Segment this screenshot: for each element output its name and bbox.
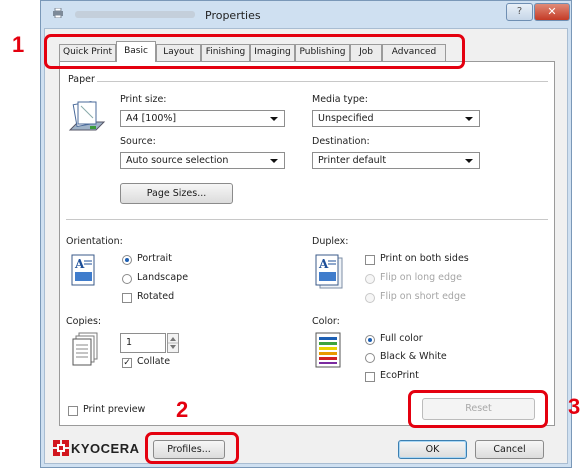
- chevron-down-icon: [465, 117, 473, 121]
- flip-long-edge-radio[interactable]: [365, 274, 375, 284]
- print-both-sides-checkbox[interactable]: [365, 255, 375, 265]
- spin-down-icon: [170, 345, 176, 349]
- print-size-value: A4 [100%]: [126, 113, 177, 124]
- copies-input[interactable]: 1: [120, 333, 166, 353]
- window-title: Properties: [205, 9, 261, 22]
- printer-icon: [52, 7, 64, 19]
- print-preview-label[interactable]: Print preview: [83, 404, 145, 415]
- paper-group-separator: [66, 219, 548, 220]
- destination-value: Printer default: [318, 155, 387, 166]
- callout-profiles-box: [145, 432, 239, 464]
- chevron-down-icon: [465, 159, 473, 163]
- flip-long-edge-label[interactable]: Flip on long edge: [380, 272, 462, 283]
- cancel-button[interactable]: Cancel: [475, 440, 544, 459]
- destination-label: Destination:: [312, 136, 370, 147]
- duplex-label: Duplex:: [312, 236, 349, 247]
- media-type-dropdown[interactable]: Unspecified: [312, 110, 480, 127]
- chevron-down-icon: [270, 159, 278, 163]
- close-button[interactable]: ✕: [534, 3, 570, 21]
- copies-stack-icon: [70, 332, 100, 372]
- destination-dropdown[interactable]: Printer default: [312, 152, 480, 169]
- collate-checkbox[interactable]: ✓: [122, 358, 132, 368]
- orientation-label: Orientation:: [66, 236, 123, 247]
- callout-number-2: 2: [176, 397, 189, 422]
- copies-label: Copies:: [66, 316, 102, 327]
- black-white-radio[interactable]: [365, 353, 375, 363]
- source-label: Source:: [120, 136, 156, 147]
- flip-short-edge-radio[interactable]: [365, 293, 375, 303]
- portrait-page-icon: A: [70, 254, 98, 288]
- paper-group-line: [66, 81, 548, 82]
- callout-number-1: 1: [12, 32, 25, 57]
- svg-text:A: A: [318, 257, 329, 271]
- source-value: Auto source selection: [126, 155, 229, 166]
- svg-text:A: A: [74, 257, 85, 271]
- landscape-radio[interactable]: [122, 274, 132, 284]
- ecoprint-checkbox[interactable]: [365, 372, 375, 382]
- duplex-page-icon: A: [314, 254, 346, 290]
- media-type-value: Unspecified: [318, 113, 374, 124]
- paper-group-label: Paper: [66, 74, 97, 85]
- flip-short-edge-label[interactable]: Flip on short edge: [380, 291, 466, 302]
- portrait-label[interactable]: Portrait: [137, 253, 172, 264]
- print-preview-checkbox[interactable]: [68, 406, 78, 416]
- ecoprint-label[interactable]: EcoPrint: [380, 370, 419, 381]
- spin-up-icon: [170, 337, 176, 341]
- tab-basic[interactable]: Basic: [116, 41, 156, 62]
- rotated-label[interactable]: Rotated: [137, 291, 174, 302]
- landscape-label[interactable]: Landscape: [137, 272, 188, 283]
- collate-label[interactable]: Collate: [137, 356, 170, 367]
- print-both-sides-label[interactable]: Print on both sides: [380, 253, 469, 264]
- black-white-label[interactable]: Black & White: [380, 351, 447, 362]
- callout-number-3: 3: [568, 394, 581, 419]
- copies-spinner[interactable]: [167, 333, 179, 353]
- portrait-radio[interactable]: [122, 255, 132, 265]
- help-button[interactable]: ?: [506, 3, 533, 21]
- callout-reset-box: [408, 390, 548, 428]
- print-size-label: Print size:: [120, 94, 167, 105]
- full-color-radio[interactable]: [365, 335, 375, 345]
- page-sizes-button[interactable]: Page Sizes...: [120, 183, 233, 204]
- full-color-label[interactable]: Full color: [380, 333, 423, 344]
- print-size-dropdown[interactable]: A4 [100%]: [120, 110, 285, 127]
- media-type-label: Media type:: [312, 94, 368, 105]
- rotated-checkbox[interactable]: [122, 293, 132, 303]
- callout-tabs-box: [44, 34, 465, 69]
- printer-name-blurred: [75, 11, 195, 18]
- chevron-down-icon: [270, 117, 278, 121]
- color-label: Color:: [312, 316, 340, 327]
- kyocera-logo-mark: [53, 440, 69, 456]
- ok-button[interactable]: OK: [398, 440, 467, 459]
- source-dropdown[interactable]: Auto source selection: [120, 152, 285, 169]
- color-page-icon: [314, 332, 344, 372]
- kyocera-logo-text: KYOCERA: [71, 441, 140, 456]
- paper-tray-icon: [66, 100, 106, 134]
